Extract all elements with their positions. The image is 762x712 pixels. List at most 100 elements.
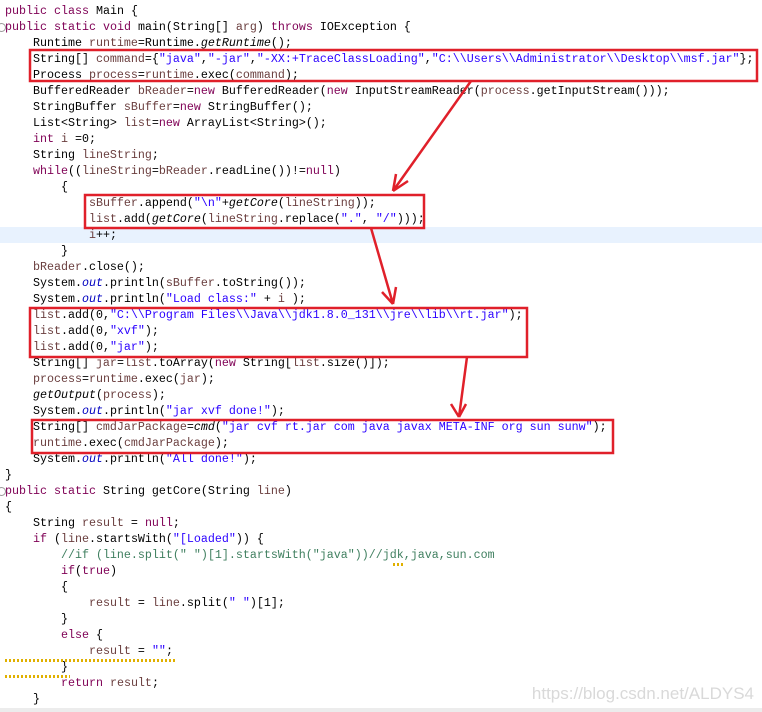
code-token: new (193, 84, 215, 98)
code-token: { (5, 180, 68, 194)
code-line[interactable]: int i =0; (0, 131, 762, 147)
code-line[interactable]: runtime.exec(cmdJarPackage); (0, 435, 762, 451)
code-line[interactable]: Runtime runtime=Runtime.getRuntime(); (0, 35, 762, 51)
code-line[interactable]: { (0, 499, 762, 515)
code-line[interactable]: list.add(0,"xvf"); (0, 323, 762, 339)
code-token: { (5, 500, 12, 514)
code-token: + (256, 292, 278, 306)
code-line[interactable]: //if (line.split(" ")[1].startsWith("jav… (0, 547, 762, 563)
code-line[interactable]: List<String> list=new ArrayList<String>(… (0, 115, 762, 131)
code-line[interactable]: while((lineString=bReader.readLine())!=n… (0, 163, 762, 179)
code-line[interactable]: System.out.println("Load class:" + i ); (0, 291, 762, 307)
code-line[interactable]: bReader.close(); (0, 259, 762, 275)
code-token: "" (151, 644, 166, 658)
code-token: ); (508, 308, 523, 322)
code-line[interactable]: list.add(0,"C:\\Program Files\\Java\\jdk… (0, 307, 762, 323)
code-token: , (249, 52, 257, 66)
code-line[interactable]: result = line.split(" ")[1]; (0, 595, 762, 611)
code-token: BufferedReader( (214, 84, 327, 98)
code-token: line (256, 484, 285, 498)
code-line[interactable]: String lineString; (0, 147, 762, 163)
code-line[interactable]: { (0, 579, 762, 595)
code-token: } (5, 692, 40, 706)
code-token: //if (line.split(" ")[1].startsWith("jav… (60, 548, 495, 562)
code-token: StringBuffer (5, 100, 124, 114)
code-line[interactable]: Process process=runtime.exec(command); (0, 67, 762, 83)
code-line[interactable]: String[] jar=list.toArray(new String[lis… (0, 355, 762, 371)
code-token: ( (277, 196, 285, 210)
code-line[interactable]: BufferedReader bReader=new BufferedReade… (0, 83, 762, 99)
code-token: list (123, 356, 152, 370)
code-line[interactable]: System.out.println(sBuffer.toString()); (0, 275, 762, 291)
code-token: .add(0, (60, 308, 110, 322)
code-line[interactable]: String result = null; (0, 515, 762, 531)
code-token: null (144, 516, 173, 530)
code-line[interactable]: System.out.println("jar xvf done!"); (0, 403, 762, 419)
code-token: out (81, 276, 103, 290)
code-token: Main { (88, 4, 138, 18)
code-line[interactable]: sBuffer.append("\n"+getCore(lineString))… (0, 195, 762, 211)
code-token: if (32, 532, 47, 546)
code-line[interactable]: if (line.startsWith("[Loaded")) { (0, 531, 762, 547)
code-line[interactable]: } (0, 243, 762, 259)
code-token: process (88, 68, 138, 82)
code-token: String (5, 516, 82, 530)
code-token: ); (284, 68, 299, 82)
code-token: String[ (235, 356, 292, 370)
code-token: jar (95, 356, 117, 370)
code-line[interactable]: } (0, 467, 762, 483)
code-token: "java" (158, 52, 201, 66)
code-token: = (81, 372, 89, 386)
code-token: ); (592, 420, 607, 434)
code-token: lineString (207, 212, 278, 226)
code-token: bReader (158, 164, 208, 178)
code-line[interactable]: result = ""; (0, 643, 762, 659)
code-token: lineString (284, 196, 355, 210)
code-line[interactable]: public class Main { (0, 3, 762, 19)
code-token: i (277, 292, 285, 306)
code-line[interactable]: } (0, 611, 762, 627)
code-token: = (130, 596, 152, 610)
code-line[interactable]: public static void main(String[] arg) th… (0, 19, 762, 35)
code-token: ; (165, 644, 173, 658)
code-token: ); (242, 452, 257, 466)
code-token: null (305, 164, 334, 178)
code-line[interactable]: { (0, 179, 762, 195)
code-line[interactable]: i++; (0, 227, 762, 243)
code-token: System. (5, 276, 82, 290)
code-editor[interactable]: public class Main {public static void ma… (0, 0, 762, 712)
code-token: , (361, 212, 376, 226)
code-token: process (480, 84, 530, 98)
code-line[interactable]: String[] command={"java","-jar","-XX:+Tr… (0, 51, 762, 67)
code-token: runtime (32, 436, 82, 450)
code-line[interactable]: StringBuffer sBuffer=new StringBuffer(); (0, 99, 762, 115)
code-line[interactable]: System.out.println("All done!"); (0, 451, 762, 467)
code-token: .println( (102, 452, 166, 466)
code-line[interactable]: public static String getCore(String line… (0, 483, 762, 499)
code-token: .replace( (277, 212, 341, 226)
code-line[interactable]: process=runtime.exec(jar); (0, 371, 762, 387)
code-line[interactable]: list.add(getCore(lineString.replace(".",… (0, 211, 762, 227)
code-token: }; (739, 52, 754, 66)
code-token: ) (256, 20, 271, 34)
code-token: list (123, 116, 152, 130)
code-line[interactable]: getOutput(process); (0, 387, 762, 403)
code-line[interactable]: if(true) (0, 563, 762, 579)
code-token: = (116, 356, 124, 370)
code-token: .exec( (193, 68, 236, 82)
code-line[interactable]: list.add(0,"jar"); (0, 339, 762, 355)
code-token: ) (284, 484, 292, 498)
code-line[interactable]: String[] cmdJarPackage=cmd("jar cvf rt.j… (0, 419, 762, 435)
code-token: .add(0, (60, 340, 110, 354)
code-line[interactable]: else { (0, 627, 762, 643)
code-token: arg (235, 20, 257, 34)
code-token: sBuffer (123, 100, 173, 114)
code-token: = (172, 100, 180, 114)
